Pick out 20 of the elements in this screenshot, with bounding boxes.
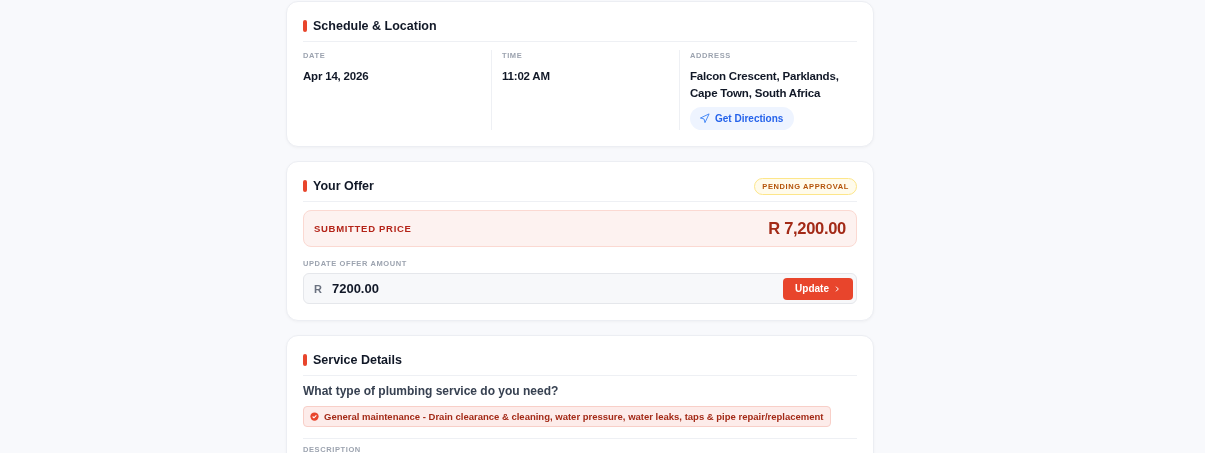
submitted-price: R 7,200.00 [768,219,846,238]
field-value: Falcon Crescent, Parklands, Cape Town, South Africa [690,69,840,101]
check-circle-icon [310,412,319,421]
accent-bar [303,20,307,32]
update-button[interactable]: Update [783,277,853,300]
directions-button[interactable]: Get Directions [690,107,795,130]
accent-bar [303,354,307,366]
field-value: 11:02 AM [502,69,551,84]
answer-text: General maintenance - Drain clearance & cleaning, water pressure, water leaks, taps & pipe repair/replacement [324,411,824,422]
card-title: Schedule & Location [313,19,437,33]
offer-amount-field[interactable]: R 7200.00 Update [303,273,857,304]
submitted-price-label: SUBMITTED PRICE [314,223,412,234]
navigation-icon [699,113,710,124]
field-value: Apr 14, 2026 [303,69,370,84]
accent-bar [303,180,307,192]
chevron-right-icon [833,284,841,293]
card-title: Service Details [313,353,402,367]
question-text: What type of plumbing service do you need? [303,384,560,398]
card-title: Your Offer [313,179,374,193]
currency-symbol: R [314,282,322,295]
